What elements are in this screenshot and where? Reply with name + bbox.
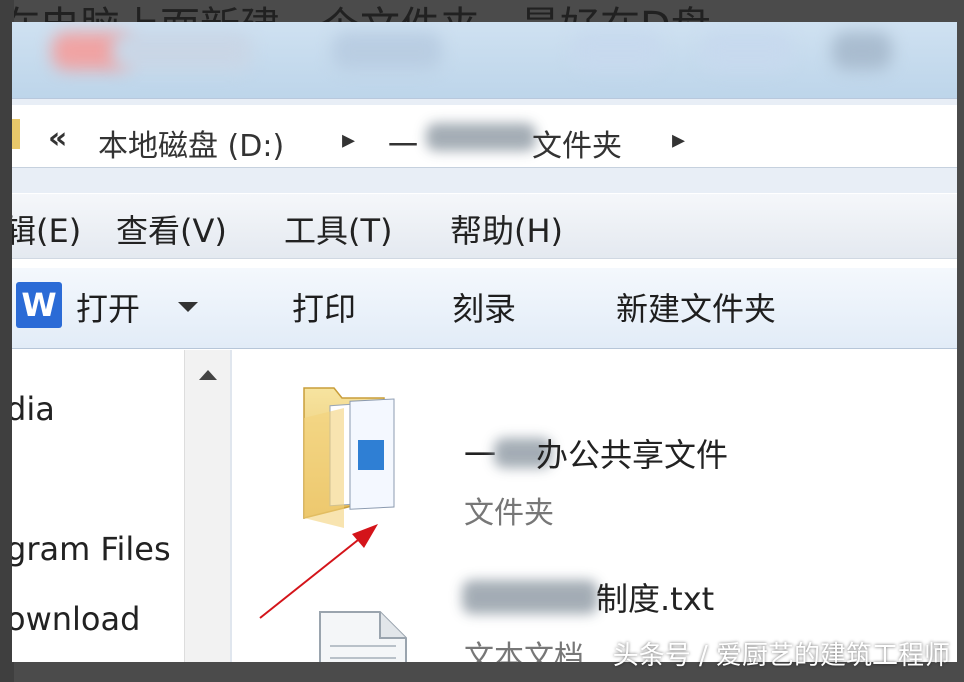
red-arrow-annotation xyxy=(259,524,378,619)
explorer-window: « 本地磁盘 (D:) ▸ 一 文件夹 ▸ 辑(E) 查看(V) 工具(T) 帮… xyxy=(12,22,957,662)
screenshot-frame: 在电脑上面新建一个文件夹，最好在D盘 « 本地磁盘 (D:) ▸ 一 文件夹 ▸ xyxy=(0,0,964,682)
watermark: 头条号 / 爱厨艺的建筑工程师 xyxy=(612,641,950,671)
